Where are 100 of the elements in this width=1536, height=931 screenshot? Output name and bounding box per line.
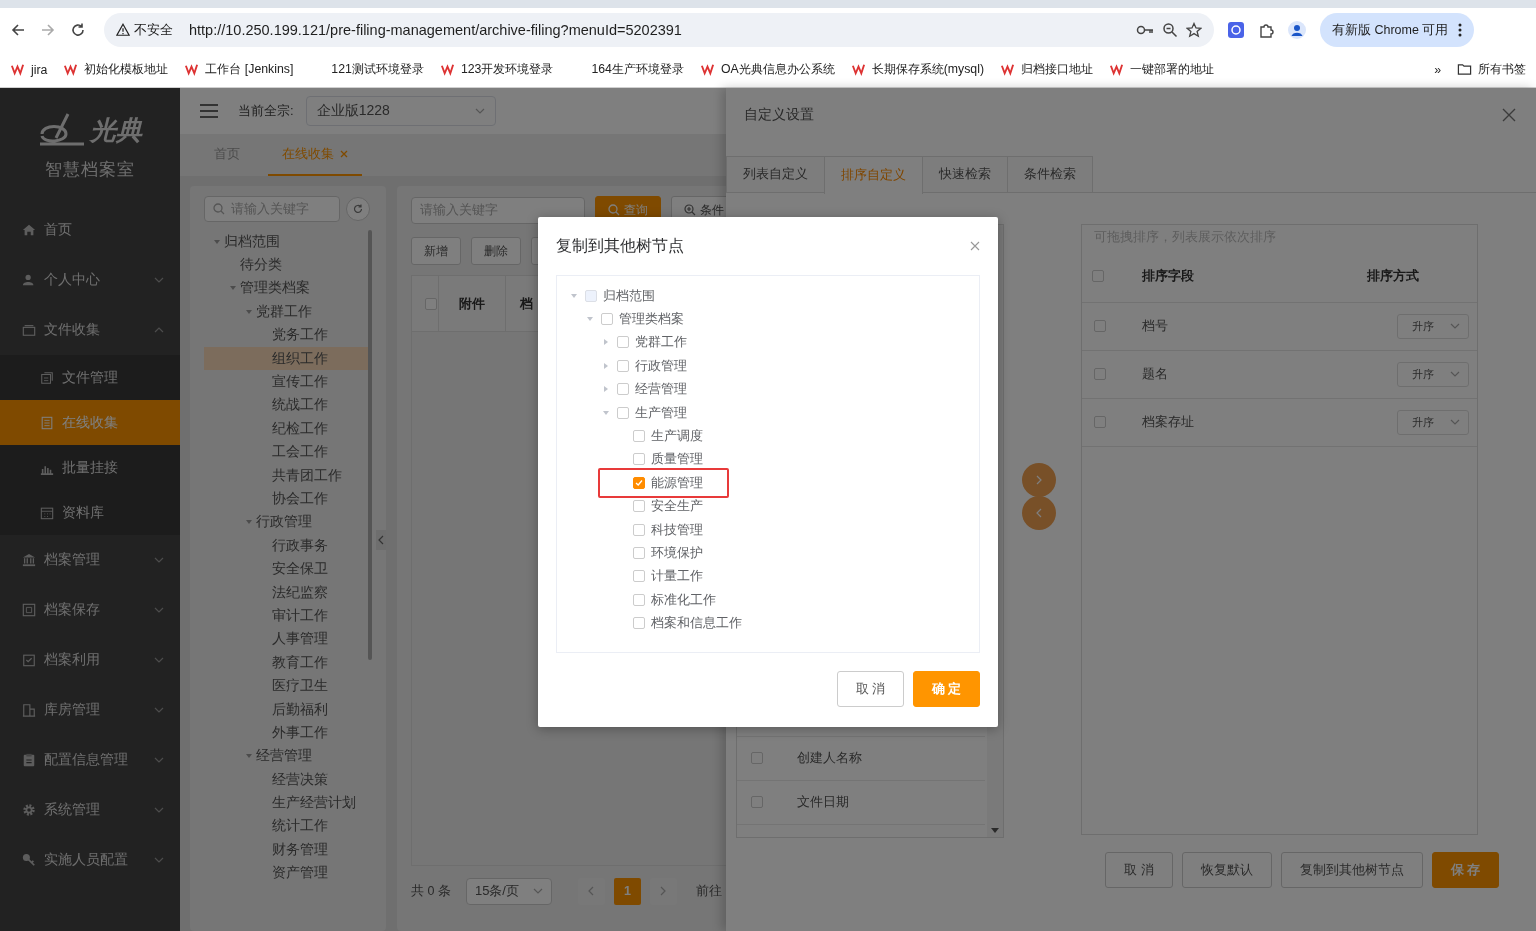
tree-node[interactable]: 安全保卫 [204, 557, 372, 581]
tree-node[interactable]: 人事管理 [204, 627, 372, 652]
bookmark[interactable]: 164生产环境登录 [569, 61, 684, 78]
chevron-right-icon [1036, 474, 1042, 485]
bookmark[interactable]: jira [10, 62, 48, 77]
action-button[interactable]: 新增 [411, 237, 461, 265]
refresh-button[interactable] [346, 197, 370, 221]
tree-node[interactable]: 生产经营计划 [204, 791, 372, 815]
tree-node[interactable]: 归档范围 [204, 230, 372, 254]
tree-node[interactable]: 外事工作 [204, 721, 372, 745]
tree-node[interactable]: 统计工作 [204, 814, 372, 839]
bookmark[interactable]: 长期保存系统(mysql) [850, 61, 985, 78]
tree-node[interactable]: 统战工作 [204, 393, 372, 418]
page-number[interactable]: 1 [613, 877, 641, 905]
footer-button[interactable]: 复制到其他树节点 [1281, 851, 1423, 888]
bookmark[interactable]: 初始化模板地址 [63, 61, 169, 78]
chevron-left-icon [588, 886, 595, 896]
cancel-button[interactable]: 取 消 [837, 671, 904, 707]
submenu-item[interactable]: 资料库 [0, 490, 180, 535]
footer-button[interactable]: 取 消 [1105, 851, 1173, 888]
move-right-button[interactable] [1022, 462, 1056, 497]
more-bookmarks-button[interactable]: » [1434, 62, 1441, 77]
column-header: 排序字段 [1141, 267, 1195, 286]
tree-node[interactable]: 待分类 [204, 253, 372, 277]
collapse-handle[interactable] [376, 530, 386, 550]
tree-node[interactable]: 资产管理 [204, 861, 372, 885]
checkbox[interactable] [751, 796, 763, 809]
checkbox[interactable] [751, 752, 763, 765]
total-count: 共 0 条 [411, 882, 451, 900]
tree-node[interactable]: 财务管理 [204, 838, 372, 862]
menu-item[interactable]: 档案管理 [0, 535, 180, 585]
tree-node[interactable]: 管理类档案 [204, 276, 372, 301]
zoom-icon [1162, 22, 1178, 38]
warning-icon [116, 23, 130, 37]
update-chrome-button[interactable]: 有新版 Chrome 可用 [1320, 13, 1475, 47]
field-name: 档案存址 [1141, 413, 1195, 432]
bookmark[interactable]: 工作台 [Jenkins] [184, 61, 294, 78]
tree-node[interactable]: 党务工作 [204, 323, 372, 347]
tree-node[interactable]: 协会工作 [204, 487, 372, 511]
page-size-select[interactable]: 15条/页 [465, 877, 552, 905]
tree-node[interactable]: 审计工作 [204, 604, 372, 628]
bookmark[interactable]: 121测试环境登录 [309, 61, 424, 78]
submenu-item[interactable]: 批量挂接 [0, 445, 180, 490]
refresh-icon [353, 204, 363, 214]
sort-order-select[interactable]: 升序 [1397, 313, 1469, 339]
confirm-button[interactable]: 确 定 [913, 671, 980, 707]
drawer-tab[interactable]: 条件检索 [1007, 155, 1093, 192]
folder-icon [1457, 62, 1472, 77]
address-bar[interactable]: 不安全 http://10.250.199.121/pre-filing-management/archive-filing?menuId=5202391 [104, 13, 1214, 47]
tree-node[interactable]: 工会工作 [204, 440, 372, 464]
submenu-item[interactable]: 文件管理 [0, 355, 180, 400]
tree-node[interactable]: 宣传工作 [204, 370, 372, 394]
field-name: 题名 [1141, 365, 1169, 384]
tree-node[interactable]: 教育工作 [204, 651, 372, 675]
menu-item[interactable]: 系统管理 [0, 785, 180, 835]
menu-item[interactable]: 档案保存 [0, 585, 180, 635]
save-button[interactable]: 保 存 [1432, 851, 1499, 888]
fonds-select[interactable]: 企业版1228 [305, 96, 496, 126]
checkbox[interactable] [1094, 320, 1106, 333]
move-left-button[interactable] [1022, 495, 1056, 530]
tree-node[interactable]: 法纪监察 [204, 580, 372, 605]
dialog-title: 复制到其他树节点 [556, 235, 684, 256]
scrollbar[interactable] [368, 230, 372, 660]
security-indicator[interactable]: 不安全 [116, 21, 181, 39]
sort-order-select[interactable]: 升序 [1397, 409, 1469, 435]
tree-node[interactable]: 医疗卫生 [204, 674, 372, 698]
menu-item[interactable]: 库房管理 [0, 685, 180, 735]
key-icon [22, 853, 36, 867]
tree-node[interactable]: 后勤福利 [204, 697, 372, 722]
tree-node[interactable]: 经营管理 [204, 744, 372, 768]
tree-node[interactable]: 纪检工作 [204, 417, 372, 441]
bookmark[interactable]: 归档接口地址 [1000, 61, 1094, 78]
menu-item[interactable]: 个人中心 [0, 255, 180, 305]
bookmark[interactable]: OA光典信息办公系统 [699, 61, 835, 78]
menu-item[interactable]: 档案利用 [0, 635, 180, 685]
tree-node[interactable]: 经营决策 [204, 768, 372, 792]
tree-node[interactable]: 党群工作 [204, 300, 372, 324]
bookmark[interactable]: 123开发环境登录 [439, 61, 554, 78]
menu-item[interactable]: 实施人员配置 [0, 835, 180, 885]
menu-item[interactable]: 配置信息管理 [0, 735, 180, 785]
submenu-item[interactable]: 在线收集 [0, 400, 180, 445]
checkbox[interactable] [1094, 416, 1106, 429]
menu-item[interactable]: 文件收集 [0, 305, 180, 355]
drawer-tab[interactable]: 排序自定义 [824, 155, 923, 194]
close-icon [970, 241, 980, 251]
security-label: 不安全 [134, 21, 173, 39]
all-bookmarks-button[interactable]: 所有书签 [1457, 61, 1526, 78]
checkbox[interactable] [1094, 368, 1106, 381]
bookmark[interactable]: 一键部署的地址 [1109, 61, 1215, 78]
tree-node[interactable]: 行政管理 [204, 510, 372, 535]
tree-node[interactable]: 行政事务 [204, 534, 372, 558]
footer-button[interactable]: 恢复默认 [1182, 851, 1272, 888]
drawer-tab[interactable]: 列表自定义 [726, 155, 825, 192]
checkbox[interactable] [1092, 270, 1104, 283]
search-icon [213, 203, 225, 215]
tree-node[interactable]: 共青团工作 [204, 463, 372, 488]
menu-item[interactable]: 首页 [0, 205, 180, 255]
action-button[interactable]: 删除 [471, 237, 521, 265]
checkbox[interactable] [425, 297, 437, 310]
sort-order-select[interactable]: 升序 [1397, 361, 1469, 387]
